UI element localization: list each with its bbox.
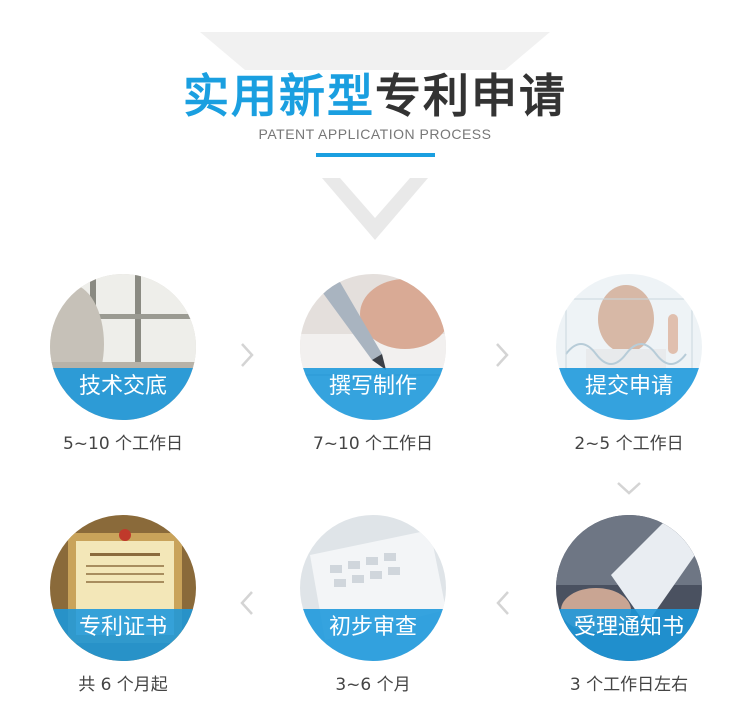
step-technical-disclosure: 技术交底 5~10 个工作日	[50, 274, 196, 454]
step-drafting: 撰写制作 7~10 个工作日	[300, 274, 446, 454]
step-patent-certificate: 专利证书 共 6 个月起	[50, 515, 196, 695]
step-label: 技术交底	[78, 374, 167, 399]
step-label: 撰写制作	[328, 374, 417, 399]
title-rest: 专利申请	[375, 69, 567, 123]
step-preliminary-examination: 初步审查 3~6 个月	[300, 515, 446, 695]
step-duration: 共 6 个月起	[78, 675, 168, 695]
step-photo-circle: 提交申请	[556, 274, 702, 420]
title-highlight: 实用新型	[183, 69, 375, 123]
chevron-left-icon	[496, 591, 509, 615]
chevron-right-icon	[241, 343, 254, 367]
step-photo-circle: 技术交底	[50, 274, 196, 420]
step-label: 专利证书	[78, 615, 167, 640]
page-title: 实用新型专利申请	[0, 66, 750, 126]
step-duration: 3~6 个月	[335, 675, 411, 695]
step-photo-circle: 初步审查	[300, 515, 446, 661]
chevron-left-icon	[240, 591, 253, 615]
step-photo-circle: 专利证书	[50, 515, 196, 661]
step-duration: 5~10 个工作日	[62, 434, 184, 454]
step-label: 初步审查	[328, 615, 417, 640]
step-acceptance-notice: 受理通知书 3 个工作日左右	[556, 515, 702, 695]
step-label: 提交申请	[584, 374, 673, 399]
step-photo-circle: 受理通知书	[556, 515, 702, 661]
page-subtitle: PATENT APPLICATION PROCESS	[258, 126, 492, 142]
title-underline	[316, 153, 435, 157]
step-duration: 3 个工作日左右	[569, 675, 689, 695]
step-duration: 2~5 个工作日	[574, 434, 684, 454]
step-label: 受理通知书	[573, 615, 684, 640]
step-duration: 7~10 个工作日	[312, 434, 434, 454]
step-submit-application: 提交申请 2~5 个工作日	[556, 274, 702, 454]
step-photo-circle: 撰写制作	[300, 274, 446, 420]
chevron-down-icon	[617, 482, 641, 495]
chevron-right-icon	[496, 343, 509, 367]
